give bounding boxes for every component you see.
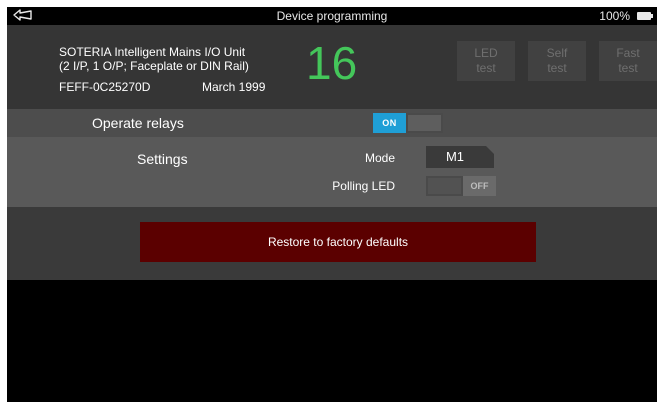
polling-led-toggle[interactable]: OFF xyxy=(426,176,496,196)
toggle-track xyxy=(408,115,441,131)
device-serial: FEFF-0C25270D xyxy=(59,80,151,94)
device-description: (2 I/P, 1 O/P; Faceplate or DIN Rail) xyxy=(59,59,249,73)
settings-panel: Settings Mode M1 Polling LED OFF xyxy=(7,137,657,207)
settings-heading: Settings xyxy=(137,151,188,167)
operate-relays-toggle[interactable]: ON xyxy=(373,113,443,133)
app-screen: Device programming 100% SOTERIA Intellig… xyxy=(7,7,657,402)
led-test-button[interactable]: LED test xyxy=(457,41,515,81)
fast-test-button[interactable]: Fast test xyxy=(599,41,657,81)
self-test-label-line1: Self xyxy=(546,46,568,60)
mode-label: Mode xyxy=(364,151,395,165)
battery-icon xyxy=(637,12,653,20)
device-name: SOTERIA Intelligent Mains I/O Unit xyxy=(59,45,246,59)
restore-panel: Restore to factory defaults xyxy=(7,207,657,280)
mode-select[interactable]: M1 xyxy=(426,146,494,168)
page-title: Device programming xyxy=(276,9,388,23)
device-info-panel: SOTERIA Intelligent Mains I/O Unit (2 I/… xyxy=(7,25,657,109)
self-test-label-line2: test xyxy=(547,61,567,75)
fast-test-label-line2: test xyxy=(618,61,638,75)
empty-area xyxy=(7,280,657,402)
self-test-button[interactable]: Self test xyxy=(528,41,586,81)
restore-factory-defaults-button[interactable]: Restore to factory defaults xyxy=(140,222,536,262)
device-address: 16 xyxy=(306,37,358,89)
toggle-on-state: ON xyxy=(373,113,406,133)
led-test-label-line1: LED xyxy=(474,46,498,60)
led-test-label-line2: test xyxy=(476,61,496,75)
polling-led-label: Polling LED xyxy=(332,179,395,193)
operate-relays-row: Operate relays ON xyxy=(7,109,657,137)
operate-relays-label: Operate relays xyxy=(92,115,184,131)
toggle-off-state: OFF xyxy=(463,176,496,196)
toggle-track xyxy=(428,178,461,194)
title-bar: Device programming 100% xyxy=(7,7,657,25)
fast-test-label-line1: Fast xyxy=(616,46,640,60)
battery-percentage: 100% xyxy=(599,9,630,23)
device-date: March 1999 xyxy=(202,80,266,94)
